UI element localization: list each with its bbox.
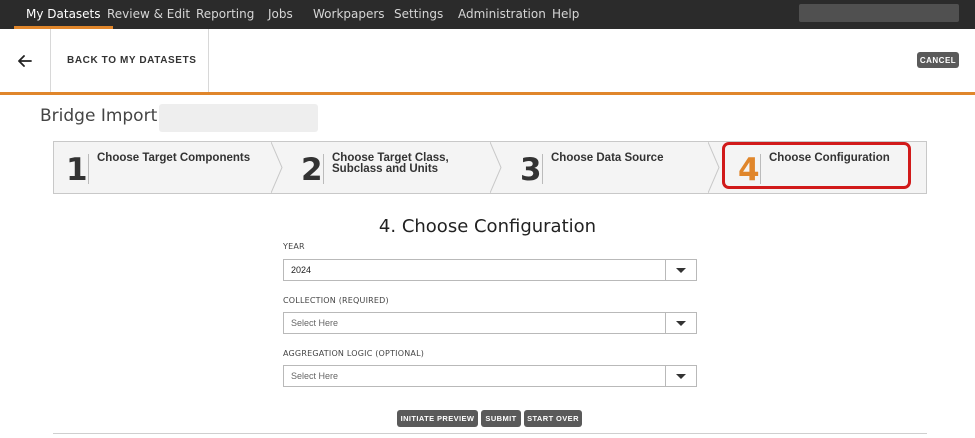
initiate-preview-button[interactable]: INITIATE PREVIEW: [397, 410, 478, 427]
arrow-left-icon: [18, 54, 32, 67]
back-arrow-icon[interactable]: [0, 29, 51, 92]
caret-down-icon: [676, 373, 686, 379]
nav-administration[interactable]: Administration: [458, 0, 546, 29]
dropdown-button[interactable]: [665, 260, 696, 280]
header-divider: [0, 92, 975, 95]
search-input[interactable]: [799, 4, 959, 22]
step-number: 1: [66, 152, 88, 188]
step-3[interactable]: 3 Choose Data Source: [508, 142, 708, 193]
nav-workpapers[interactable]: Workpapers: [313, 0, 385, 29]
aggregation-placeholder: Select Here: [291, 371, 339, 381]
collection-placeholder: Select Here: [291, 318, 339, 328]
year-value: 2024: [291, 265, 312, 275]
caret-down-icon: [676, 320, 686, 326]
redacted-dataset-name: [159, 104, 318, 132]
step-label: Choose Data Source: [551, 152, 664, 164]
caret-down-icon: [676, 267, 686, 273]
active-step-highlight: [722, 142, 911, 189]
step-2[interactable]: 2 Choose Target Class, Subclass and Unit…: [289, 142, 489, 193]
aggregation-label: AGGREGATION LOGIC (OPTIONAL): [283, 349, 425, 358]
nav-review-edit[interactable]: Review & Edit: [107, 0, 190, 29]
page-title: Bridge Import -: [40, 106, 169, 126]
nav-help[interactable]: Help: [552, 0, 579, 29]
collection-label: COLLECTION (REQUIRED): [283, 296, 389, 305]
form-heading: 4. Choose Configuration: [378, 216, 597, 237]
step-label: Choose Target Components: [97, 152, 251, 164]
step-label: Choose Target Class, Subclass and Units: [332, 152, 449, 175]
cancel-button[interactable]: CANCEL: [917, 52, 959, 68]
nav-my-datasets[interactable]: My Datasets: [14, 0, 113, 29]
bottom-divider: [53, 433, 927, 434]
step-number: 3: [520, 152, 542, 188]
step-chevron-icon: [708, 142, 720, 193]
back-to-datasets-link[interactable]: BACK TO MY DATASETS: [51, 29, 209, 92]
step-chevron-icon: [271, 142, 283, 193]
step-number: 2: [301, 152, 323, 188]
top-nav: My Datasets Review & Edit Reporting Jobs…: [0, 0, 975, 29]
collection-select[interactable]: Select Here: [283, 312, 697, 334]
step-1[interactable]: 1 Choose Target Components: [54, 142, 272, 193]
year-select[interactable]: 2024: [283, 259, 697, 281]
step-chevron-icon: [490, 142, 502, 193]
nav-jobs[interactable]: Jobs: [268, 0, 293, 29]
dropdown-button[interactable]: [665, 366, 696, 386]
nav-settings[interactable]: Settings: [394, 0, 443, 29]
back-bar: BACK TO MY DATASETS CANCEL: [0, 29, 975, 92]
dropdown-button[interactable]: [665, 313, 696, 333]
start-over-button[interactable]: START OVER: [524, 410, 582, 427]
year-label: YEAR: [283, 242, 305, 251]
nav-reporting[interactable]: Reporting: [196, 0, 254, 29]
submit-button[interactable]: SUBMIT: [481, 410, 521, 427]
aggregation-select[interactable]: Select Here: [283, 365, 697, 387]
